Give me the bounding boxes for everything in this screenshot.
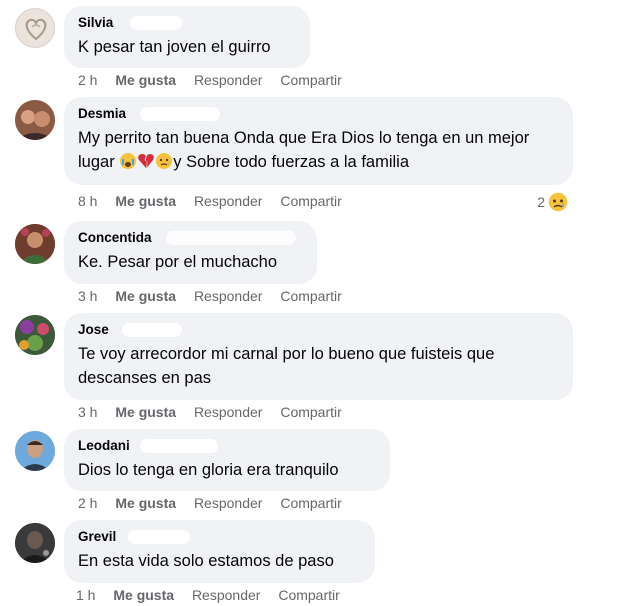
avatar[interactable] (15, 315, 55, 355)
comment-author[interactable]: Concentida (78, 230, 152, 245)
share-button[interactable]: Compartir (280, 193, 341, 209)
redaction-mask (122, 323, 182, 337)
comment-time[interactable]: 8 h (78, 193, 97, 209)
reply-button[interactable]: Responder (194, 288, 263, 304)
comment-text: My perrito tan buena Onda que Era Dios l… (78, 126, 561, 177)
share-button[interactable]: Compartir (280, 495, 341, 511)
like-button[interactable]: Me gusta (115, 193, 176, 209)
broken-heart-icon (137, 152, 155, 177)
comment-actions: 2 h Me gusta Responder Compartir (78, 495, 356, 511)
avatar-image (15, 100, 55, 140)
avatar[interactable] (15, 8, 55, 48)
comment-bubble: Concentida Ke. Pesar por el muchacho (64, 221, 317, 284)
avatar-image (15, 224, 55, 264)
like-button[interactable]: Me gusta (115, 404, 176, 420)
comment-bubble: Leodani Dios lo tenga en gloria era tran… (64, 429, 390, 491)
comment-time[interactable]: 3 h (78, 404, 97, 420)
comment-text: K pesar tan joven el guirro (78, 38, 271, 56)
crying-face-icon (119, 152, 137, 177)
comment-author[interactable]: Jose (78, 322, 109, 337)
comment-actions: 3 h Me gusta Responder Compartir (78, 404, 356, 420)
avatar[interactable] (15, 523, 55, 563)
reaction-summary[interactable]: 2 (537, 191, 569, 213)
avatar-image (15, 523, 55, 563)
sad-face-icon (155, 152, 173, 177)
comment-bubble: Desmia My perrito tan buena Onda que Era… (64, 97, 573, 185)
redaction-mask (130, 16, 182, 30)
avatar[interactable] (15, 224, 55, 264)
comment-time[interactable]: 1 h (76, 587, 95, 603)
comment-author[interactable]: Leodani (78, 438, 130, 453)
like-button[interactable]: Me gusta (115, 288, 176, 304)
avatar[interactable] (15, 100, 55, 140)
like-button[interactable]: Me gusta (115, 72, 176, 88)
comment-actions: 3 h Me gusta Responder Compartir (78, 288, 356, 304)
redaction-mask (128, 530, 190, 544)
comment-bubble: Silvia K pesar tan joven el guirro (64, 6, 310, 68)
avatar-image (15, 315, 55, 355)
avatar-image (25, 18, 47, 41)
comment-author[interactable]: Desmia (78, 106, 126, 121)
comment-text: Ke. Pesar por el muchacho (78, 253, 278, 271)
redaction-mask (140, 107, 220, 121)
reply-button[interactable]: Responder (194, 72, 263, 88)
comment-text: Dios lo tenga en gloria era tranquilo (78, 461, 339, 479)
comment-actions: 1 h Me gusta Responder Compartir (76, 587, 354, 603)
comment-time[interactable]: 3 h (78, 288, 97, 304)
comment-text: Te voy arrecordor mi carnal por lo bueno… (78, 345, 495, 387)
reply-button[interactable]: Responder (194, 193, 263, 209)
like-button[interactable]: Me gusta (113, 587, 174, 603)
avatar-image (15, 431, 55, 471)
redaction-mask (166, 231, 296, 245)
comment-time[interactable]: 2 h (78, 72, 97, 88)
comment-bubble: Jose Te voy arrecordor mi carnal por lo … (64, 313, 573, 400)
share-button[interactable]: Compartir (280, 404, 341, 420)
comment-time[interactable]: 2 h (78, 495, 97, 511)
comment-text: En esta vida solo estamos de paso (78, 552, 334, 570)
comment-author[interactable]: Grevil (78, 529, 116, 544)
avatar[interactable] (15, 431, 55, 471)
redaction-mask (140, 439, 218, 453)
sad-reaction-icon (547, 191, 569, 213)
reply-button[interactable]: Responder (192, 587, 261, 603)
share-button[interactable]: Compartir (280, 72, 341, 88)
reaction-count: 2 (537, 194, 545, 210)
comment-author[interactable]: Silvia (78, 15, 113, 30)
comment-actions: 2 h Me gusta Responder Compartir (78, 72, 356, 88)
share-button[interactable]: Compartir (280, 288, 341, 304)
comment-actions: 8 h Me gusta Responder Compartir (78, 193, 356, 209)
like-button[interactable]: Me gusta (115, 495, 176, 511)
comment-bubble: Grevil En esta vida solo estamos de paso (64, 520, 375, 583)
reply-button[interactable]: Responder (194, 404, 263, 420)
reply-button[interactable]: Responder (194, 495, 263, 511)
share-button[interactable]: Compartir (278, 587, 339, 603)
